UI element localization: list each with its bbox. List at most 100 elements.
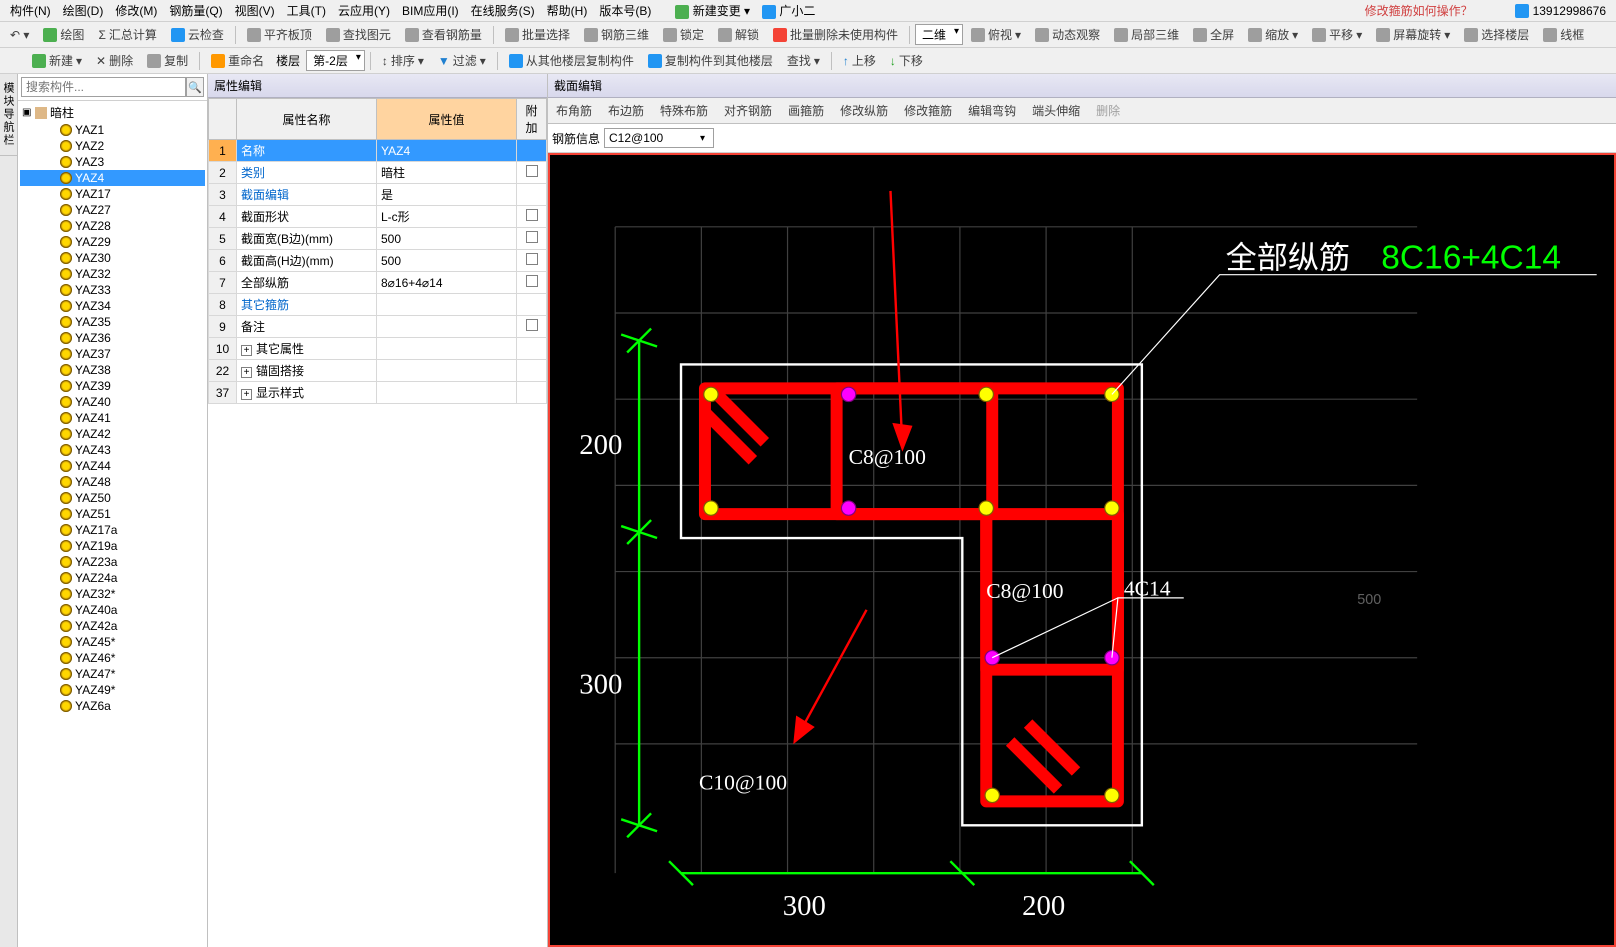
menu-item[interactable]: 绘图(D) (57, 0, 110, 21)
tab-mod-long[interactable]: 修改纵筋 (832, 98, 896, 123)
tree-item[interactable]: YAZ38 (20, 362, 205, 378)
assistant-button[interactable]: 广小二 (756, 0, 821, 21)
undo-button[interactable]: ↶ ▾ (4, 26, 35, 44)
property-row[interactable]: 6截面高(H边)(mm)500 (209, 250, 547, 272)
tree-item[interactable]: YAZ45* (20, 634, 205, 650)
rebar-info-input[interactable] (604, 128, 714, 148)
tree-root[interactable]: ▣暗柱 (20, 103, 205, 122)
delete-button[interactable]: ✕ 删除 (90, 50, 139, 71)
tree-item[interactable]: YAZ19a (20, 538, 205, 554)
help-link[interactable]: 修改箍筋如何操作？ (1359, 0, 1479, 21)
move-up-button[interactable]: ↑ 上移 (837, 50, 882, 71)
property-row[interactable]: 3截面编辑是 (209, 184, 547, 206)
checkbox-icon[interactable] (526, 319, 538, 331)
tree-item[interactable]: YAZ32* (20, 586, 205, 602)
checkbox-icon[interactable] (526, 231, 538, 243)
property-row[interactable]: 37+显示样式 (209, 382, 547, 404)
view-mode-combo[interactable]: 二维 (915, 24, 963, 45)
tree-item[interactable]: YAZ3 (20, 154, 205, 170)
batch-delete-button[interactable]: 批量删除未使用构件 (767, 24, 904, 45)
pan-button[interactable]: 平移 ▾ (1306, 24, 1368, 45)
property-row[interactable]: 10+其它属性 (209, 338, 547, 360)
property-row[interactable]: 4截面形状L-c形 (209, 206, 547, 228)
tree-item[interactable]: YAZ23a (20, 554, 205, 570)
tree-item[interactable]: YAZ34 (20, 298, 205, 314)
tree-item[interactable]: YAZ47* (20, 666, 205, 682)
tree-item[interactable]: YAZ42a (20, 618, 205, 634)
tab-mod-stirrup[interactable]: 修改箍筋 (896, 98, 960, 123)
section-canvas[interactable]: 200 300 300 200 (548, 153, 1616, 947)
menu-item[interactable]: 修改(M) (109, 0, 163, 21)
new-button[interactable]: 新建 ▾ (26, 50, 88, 71)
tab-edge[interactable]: 布边筋 (600, 98, 652, 123)
property-row[interactable]: 8其它箍筋 (209, 294, 547, 316)
select-floor-button[interactable]: 选择楼层 (1458, 24, 1535, 45)
cloud-check-button[interactable]: 云检查 (165, 24, 230, 45)
rotate-button[interactable]: 屏幕旋转 ▾ (1370, 24, 1456, 45)
tree-item[interactable]: YAZ6a (20, 698, 205, 714)
tree-item[interactable]: YAZ40 (20, 394, 205, 410)
tab-hook[interactable]: 编辑弯钩 (960, 98, 1024, 123)
rebar-dropdown-icon[interactable]: ▾ (700, 133, 705, 144)
tree-item[interactable]: YAZ51 (20, 506, 205, 522)
tree-item[interactable]: YAZ43 (20, 442, 205, 458)
local-3d-button[interactable]: 局部三维 (1108, 24, 1185, 45)
steel-3d-button[interactable]: 钢筋三维 (578, 24, 655, 45)
rename-button[interactable]: 重命名 (205, 50, 270, 71)
zoom-button[interactable]: 缩放 ▾ (1242, 24, 1304, 45)
search-input[interactable] (21, 77, 186, 97)
tree-item[interactable]: YAZ41 (20, 410, 205, 426)
tree-item[interactable]: YAZ36 (20, 330, 205, 346)
tab-delete[interactable]: 删除 (1088, 98, 1128, 123)
tab-end[interactable]: 端头伸缩 (1024, 98, 1088, 123)
tree-item[interactable]: YAZ44 (20, 458, 205, 474)
tree-item[interactable]: YAZ28 (20, 218, 205, 234)
property-row[interactable]: 7全部纵筋8⌀16+4⌀14 (209, 272, 547, 294)
property-row[interactable]: 5截面宽(B边)(mm)500 (209, 228, 547, 250)
bird-view-button[interactable]: 俯视 ▾ (965, 24, 1027, 45)
tree-item[interactable]: YAZ29 (20, 234, 205, 250)
tree-item[interactable]: YAZ17 (20, 186, 205, 202)
tab-corner[interactable]: 布角筋 (548, 98, 600, 123)
menu-item[interactable]: 构件(N) (4, 0, 57, 21)
tree-item[interactable]: YAZ2 (20, 138, 205, 154)
tab-stirrup[interactable]: 画箍筋 (780, 98, 832, 123)
tree-item[interactable]: YAZ1 (20, 122, 205, 138)
tree-item[interactable]: YAZ46* (20, 650, 205, 666)
user-badge[interactable]: 13912998676 (1509, 2, 1612, 20)
search-button[interactable]: 🔍 (186, 77, 204, 97)
checkbox-icon[interactable] (526, 275, 538, 287)
new-change-button[interactable]: 新建变更 ▾ (669, 0, 756, 21)
tree-item[interactable]: YAZ4 (20, 170, 205, 186)
find-elem-button[interactable]: 查找图元 (320, 24, 397, 45)
side-tab-nav[interactable]: 模块导航栏 (0, 74, 17, 156)
tree-item[interactable]: YAZ35 (20, 314, 205, 330)
tree-item[interactable]: YAZ50 (20, 490, 205, 506)
lock-button[interactable]: 锁定 (657, 24, 710, 45)
checkbox-icon[interactable] (526, 165, 538, 177)
menu-item[interactable]: 钢筋量(Q) (163, 0, 228, 21)
wireframe-button[interactable]: 线框 (1537, 24, 1590, 45)
checkbox-icon[interactable] (526, 253, 538, 265)
component-tree[interactable]: ▣暗柱YAZ1YAZ2YAZ3YAZ4YAZ17YAZ27YAZ28YAZ29 Y… (18, 101, 207, 947)
batch-select-button[interactable]: 批量选择 (499, 24, 576, 45)
dynamic-view-button[interactable]: 动态观察 (1029, 24, 1106, 45)
tab-align[interactable]: 对齐钢筋 (716, 98, 780, 123)
draw-button[interactable]: 绘图 (37, 24, 90, 45)
menu-item[interactable]: 云应用(Y) (332, 0, 396, 21)
property-row[interactable]: 2类别暗柱 (209, 162, 547, 184)
menu-item[interactable]: 在线服务(S) (465, 0, 541, 21)
filter-button[interactable]: ▼ 过滤 ▾ (432, 50, 492, 71)
menu-item[interactable]: 版本号(B) (593, 0, 657, 21)
tree-item[interactable]: YAZ37 (20, 346, 205, 362)
tree-item[interactable]: YAZ49* (20, 682, 205, 698)
tree-item[interactable]: YAZ48 (20, 474, 205, 490)
tree-item[interactable]: YAZ27 (20, 202, 205, 218)
tree-item[interactable]: YAZ17a (20, 522, 205, 538)
menu-item[interactable]: 帮助(H) (541, 0, 594, 21)
property-row[interactable]: 1名称YAZ4 (209, 140, 547, 162)
view-steel-button[interactable]: 查看钢筋量 (399, 24, 488, 45)
tree-item[interactable]: YAZ32 (20, 266, 205, 282)
sort-button[interactable]: ↕ 排序 ▾ (376, 50, 430, 71)
property-row[interactable]: 9备注 (209, 316, 547, 338)
